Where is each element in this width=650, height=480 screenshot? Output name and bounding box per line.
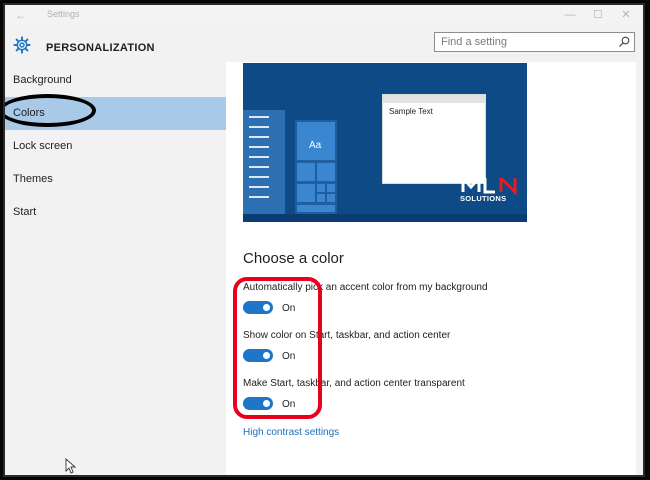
search-input[interactable] [435, 33, 616, 51]
sidebar-item-themes[interactable]: Themes [5, 163, 226, 196]
preview-sample-text: Sample Text [389, 107, 433, 116]
show-color-label: Show color on Start, taskbar, and action… [243, 330, 451, 341]
preview-tile-text: Aa [309, 140, 322, 151]
preview-taskbar [243, 214, 527, 222]
sidebar-item-background[interactable]: Background [5, 64, 226, 97]
high-contrast-settings-link[interactable]: High contrast settings [243, 427, 339, 438]
sidebar: Background Colors Lock screen Themes Sta… [5, 62, 226, 475]
color-preview: Aa Sample Text SOLUTIONS [243, 63, 527, 222]
transparent-label: Make Start, taskbar, and action center t… [243, 378, 465, 389]
auto-accent-state: On [282, 303, 296, 314]
show-color-toggle[interactable] [243, 349, 273, 362]
preview-start-list [243, 110, 285, 214]
preview-window: Sample Text [382, 94, 486, 184]
minimize-icon[interactable]: — [558, 6, 582, 24]
watermark-logo-text: SOLUTIONS [460, 194, 507, 203]
title-bar: ← Settings — ☐ ✕ [5, 5, 643, 25]
sidebar-item-start[interactable]: Start [5, 196, 226, 229]
settings-window: ← Settings — ☐ ✕ PERSONALIZATION Find a … [5, 5, 643, 475]
page-header: PERSONALIZATION [5, 25, 643, 62]
page-title: PERSONALIZATION [46, 42, 155, 54]
choose-color-heading: Choose a color [243, 250, 344, 267]
close-icon[interactable]: ✕ [614, 6, 638, 24]
back-arrow-icon[interactable]: ← [15, 8, 27, 22]
sidebar-item-colors[interactable]: Colors [5, 97, 226, 130]
toggle-knob [263, 352, 270, 359]
toggle-knob [263, 400, 270, 407]
sidebar-item-lock-screen[interactable]: Lock screen [5, 130, 226, 163]
mouse-cursor-icon [65, 458, 77, 474]
scrollbar[interactable] [636, 62, 643, 475]
preview-start-tiles [295, 120, 337, 214]
auto-accent-label: Automatically pick an accent color from … [243, 282, 488, 293]
maximize-icon[interactable]: ☐ [586, 6, 610, 24]
auto-accent-toggle[interactable] [243, 301, 273, 314]
main-content: Aa Sample Text SOLUTIONS Choose a color … [226, 62, 636, 475]
toggle-knob [263, 304, 270, 311]
search-box[interactable] [434, 32, 635, 52]
search-icon[interactable] [618, 36, 630, 48]
show-color-state: On [282, 351, 296, 362]
transparent-state: On [282, 399, 296, 410]
window-title: Settings [47, 9, 80, 19]
gear-icon [13, 36, 31, 54]
transparent-toggle[interactable] [243, 397, 273, 410]
